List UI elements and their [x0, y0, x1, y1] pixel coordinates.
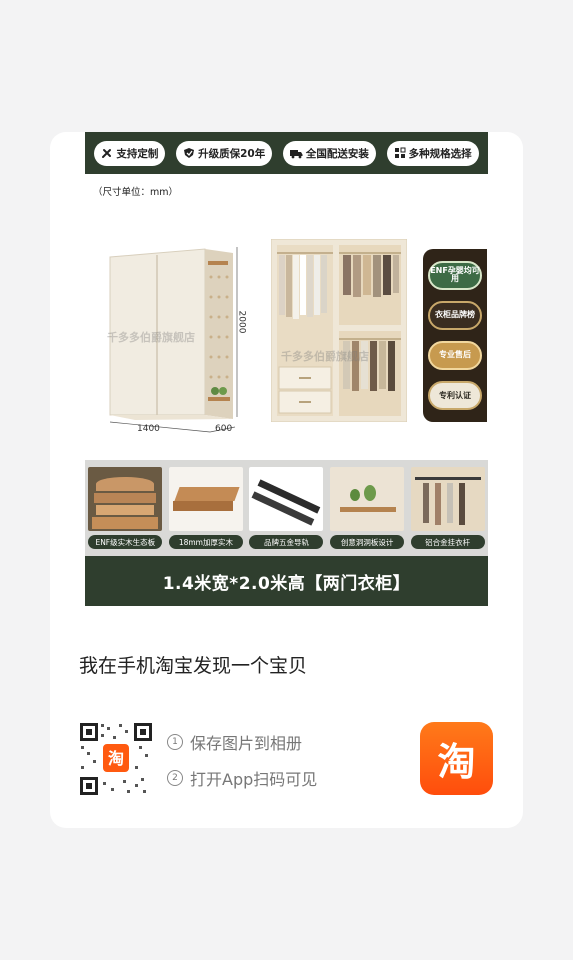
badge-patent: 专利认证 [428, 381, 482, 411]
side-badges: ENF孕婴均可用 衣柜品牌榜 专业售后 专利认证 [423, 249, 487, 422]
tag-delivery: 全国配送安装 [282, 140, 376, 166]
step-number: 2 [167, 770, 183, 786]
feature-caption: 铝合金挂衣杆 [410, 535, 485, 549]
step-save: 1 保存图片到相册 [167, 730, 302, 754]
qr-code[interactable]: 淘 [79, 722, 153, 796]
feature-thumb [249, 467, 324, 531]
tools-icon [102, 149, 112, 158]
tag-label: 升级质保20年 [198, 147, 266, 160]
watermark: 千多多伯爵旗舰店 [281, 350, 369, 363]
shield-icon [184, 148, 195, 158]
step-number: 1 [167, 734, 183, 750]
tag-specs: 多种规格选择 [386, 140, 479, 166]
feature-thumb [168, 467, 243, 531]
share-message: 我在手机淘宝发现一个宝贝 [79, 655, 308, 677]
feature-thumb [88, 467, 163, 531]
feature-hanging-rod: 铝合金挂衣杆 [410, 467, 485, 549]
feature-thick-wood: 18mm加厚实木 [168, 467, 243, 549]
unit-note: （尺寸单位：mm） [93, 187, 179, 198]
taobao-logo: 淘 [420, 722, 493, 795]
feature-caption: ENF级实木生态板 [88, 535, 163, 549]
grid-icon [394, 147, 406, 158]
feature-caption: 创意洞洞板设计 [330, 535, 405, 549]
feature-eco-board: ENF级实木生态板 [88, 467, 163, 549]
tag-warranty: 升级质保20年 [176, 140, 273, 166]
tag-label: 全国配送安装 [305, 147, 369, 160]
tag-label: 支持定制 [116, 147, 159, 160]
wardrobe-open-illustration [271, 239, 407, 422]
feature-thumb [330, 467, 405, 531]
feature-tag-bar: 支持定制 升级质保20年 全国配送安装 多种规格选择 [85, 132, 488, 174]
feature-pegboard: 创意洞洞板设计 [330, 467, 405, 549]
step-text: 打开App扫码可见 [190, 770, 318, 789]
step-text: 保存图片到相册 [190, 734, 303, 753]
dim-height: 2000 [236, 310, 247, 334]
dim-depth: 600 [215, 424, 233, 434]
badge-enf: ENF孕婴均可用 [428, 260, 482, 290]
dim-width: 1400 [137, 424, 160, 434]
share-card: 支持定制 升级质保20年 全国配送安装 多种规格选择 （尺寸单位：mm） 200… [50, 132, 523, 828]
step-scan: 2 打开App扫码可见 [167, 766, 317, 790]
qr-logo-glyph: 淘 [108, 749, 124, 768]
tag-label: 多种规格选择 [408, 147, 472, 160]
tag-custom: 支持定制 [94, 140, 166, 166]
feature-strip: ENF级实木生态板 18mm加厚实木 品牌五金导轨 创意洞洞板设计 铝合金挂衣杆 [85, 460, 488, 556]
feature-rails: 品牌五金导轨 [249, 467, 324, 549]
watermark: 千多多伯爵旗舰店 [107, 331, 195, 344]
feature-caption: 18mm加厚实木 [168, 535, 243, 549]
product-image[interactable]: 支持定制 升级质保20年 全国配送安装 多种规格选择 （尺寸单位：mm） 200… [85, 132, 488, 606]
feature-thumb [410, 467, 485, 531]
truck-icon [289, 150, 303, 159]
badge-brand-ranking: 衣柜品牌榜 [428, 300, 482, 330]
badge-aftersales: 专业售后 [428, 341, 482, 371]
feature-caption: 品牌五金导轨 [249, 535, 324, 549]
product-headline: 1.4米宽*2.0米高【两门衣柜】 [85, 556, 488, 606]
